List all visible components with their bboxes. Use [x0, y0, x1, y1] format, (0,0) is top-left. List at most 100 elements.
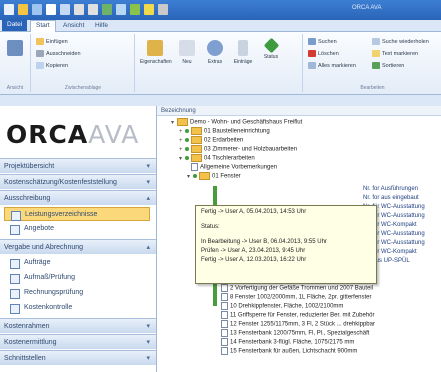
properties-icon	[147, 40, 163, 56]
search-label: Suchen	[318, 39, 337, 45]
select-all-button[interactable]: Alles markieren	[308, 62, 356, 71]
save-icon[interactable]	[32, 4, 42, 15]
tree-row-label: Demo - Wohn- und Geschäftshaus Freiflut	[190, 119, 303, 126]
cut-label: Ausschneiden	[46, 51, 81, 57]
tree-row-position[interactable]: 11 Griffsperre für Fenster, reduzierter …	[221, 311, 375, 320]
ribbon-tabs: Datei Start Ansicht Hilfe	[0, 20, 441, 32]
nav-header-label: Kostenermittlung	[4, 339, 57, 346]
delete-button[interactable]: Löschen	[308, 50, 339, 59]
app-menu-icon[interactable]	[4, 4, 14, 15]
tab-file[interactable]: Datei	[2, 20, 28, 31]
sort-button[interactable]: Sortieren	[372, 62, 404, 71]
order-icon	[10, 259, 20, 269]
group-label-edit: Bearbeiten	[360, 85, 385, 91]
paste-button[interactable]: Einfügen	[36, 38, 68, 47]
tree-row-position[interactable]: 12 Fenster 1255/1175mm, 3 Fl, 2 Stück ..…	[221, 320, 375, 329]
status-icon[interactable]	[130, 4, 140, 15]
mark-text-button[interactable]: Text markieren	[372, 50, 418, 59]
nav-item-service-directories[interactable]: Leistungsverzeichnisse	[4, 207, 150, 221]
chart-icon[interactable]	[102, 4, 112, 15]
tree-column-header[interactable]: Bezeichnung	[157, 106, 441, 116]
nav-header-cost-frame[interactable]: Kostenrahmen ▾	[0, 318, 156, 333]
tree-row-preamble[interactable]: Allgemeine Vorbemerkungen	[191, 163, 277, 172]
document-icon	[221, 302, 228, 310]
nav-item-invoice-check[interactable]: Rechnungsprüfung	[4, 286, 150, 300]
undo-icon[interactable]	[74, 4, 84, 15]
tab-start[interactable]: Start	[30, 20, 56, 32]
collapse-icon[interactable]: ▾	[187, 173, 193, 182]
tree-row-01[interactable]: +01 Baustelleneinrichtung	[179, 127, 270, 136]
mark-text-label: Text markieren	[382, 51, 419, 57]
tab-view[interactable]: Ansicht	[58, 21, 89, 31]
tree-row-02[interactable]: +02 Erdarbeiten	[179, 136, 243, 145]
status-dot-icon	[185, 156, 189, 160]
tree-row-label: 12 Fenster 1255/1175mm, 3 Fl, 2 Stück ..…	[230, 321, 375, 328]
tree-row-position[interactable]: 15 Fensterbank für außen, Lichtschacht 9…	[221, 347, 357, 356]
new-doc-icon	[179, 40, 195, 56]
folder-icon[interactable]	[18, 4, 28, 15]
print-icon[interactable]	[60, 4, 70, 15]
document-icon	[221, 284, 228, 292]
tree-row-03[interactable]: +03 Zimmerer- und Holzbauarbeiten	[179, 145, 297, 154]
search-button[interactable]: Suchen	[308, 38, 337, 47]
search-again-button[interactable]: Suche wiederholen	[372, 38, 429, 47]
nav-header-award-billing[interactable]: Vergabe und Abrechnung ▴	[0, 239, 156, 254]
tree-row-position[interactable]: 2 Vorfertigung der Gefäße Trommen und 20…	[221, 284, 373, 293]
select-all-label: Alles markieren	[318, 63, 356, 69]
nav-header-project-overview[interactable]: Projektübersicht ▾	[0, 158, 156, 173]
smiley-icon[interactable]	[144, 4, 154, 15]
nav-header-label: Schnittstellen	[4, 355, 46, 362]
tree-row-position[interactable]: 14 Fensterbank 3-flügl. Fläche, 1075/217…	[221, 338, 354, 347]
search-again-icon	[372, 38, 380, 46]
tree-row-position[interactable]: 8 Fenster 1002/2000mm, 1L Fläche, 2pr. g…	[221, 293, 372, 302]
tab-help[interactable]: Hilfe	[90, 21, 113, 31]
nav-item-cost-control[interactable]: Kostenkontrolle	[4, 301, 150, 315]
tooltip-line: Status:	[201, 224, 220, 230]
nav-item-label: Leistungsverzeichnisse	[25, 211, 98, 218]
status-button[interactable]: Status	[258, 37, 284, 78]
select-all-icon	[308, 62, 316, 70]
nav-item-measurement[interactable]: Aufmaß/Prüfung	[4, 271, 150, 285]
tree-row-position[interactable]: 13 Fensterbank 1200/75mm, Fl, Pl., Spezi…	[221, 329, 369, 338]
chevron-up-icon: ▴	[146, 244, 150, 251]
view-icon	[7, 40, 23, 56]
tree-row-04[interactable]: ▾ 04 Tischlerarbeiten	[179, 154, 255, 163]
sort-icon	[372, 62, 380, 70]
tree-row-windows[interactable]: ▾ 01 Fenster	[187, 172, 241, 181]
paste-icon	[36, 38, 44, 46]
nav-header-tender[interactable]: Ausschreibung ▴	[0, 190, 156, 205]
offer-icon	[10, 225, 20, 235]
chevron-up-icon: ▴	[146, 195, 150, 202]
copy-button[interactable]: Kopieren	[36, 62, 68, 71]
properties-button[interactable]: Eigenschaften	[140, 38, 172, 78]
copy-label: Kopieren	[46, 63, 69, 69]
extras-button[interactable]: Extras	[202, 38, 228, 78]
tree-row-project[interactable]: ▾ Demo - Wohn- und Geschäftshaus Freiflut	[171, 118, 302, 127]
entries-button[interactable]: Einträge	[230, 38, 256, 78]
gear-icon	[207, 40, 223, 56]
document-icon	[191, 163, 198, 171]
tree-right-text: Nr. for aus eingebaut	[363, 195, 419, 201]
collapse-icon[interactable]: ▾	[179, 155, 185, 164]
tree-row-position[interactable]: 10 Drehkippfenster, Fläche, 1002/2100mm	[221, 302, 343, 311]
search-again-label: Suche wiederholen	[382, 39, 429, 45]
nav-header-label: Kostenschätzung/Kostenfeststellung	[4, 179, 117, 186]
nav-item-offers[interactable]: Angebote	[4, 222, 150, 236]
export-icon[interactable]	[116, 4, 126, 15]
view-button[interactable]	[2, 38, 28, 78]
invoice-icon	[10, 289, 20, 299]
nav-header-interfaces[interactable]: Schnittstellen ▾	[0, 350, 156, 365]
new-icon[interactable]	[46, 4, 56, 15]
folder-icon	[191, 136, 202, 144]
navigation-panel: ORCAAVA Projektübersicht ▾ Kostenschätzun…	[0, 106, 157, 372]
cost-icon	[10, 304, 20, 314]
chevron-down-icon: ▾	[146, 179, 150, 186]
help-icon[interactable]	[158, 4, 168, 15]
nav-header-cost-calculation[interactable]: Kostenermittlung ▾	[0, 334, 156, 349]
redo-icon[interactable]	[88, 4, 98, 15]
cut-button[interactable]: Ausschneiden	[36, 50, 81, 59]
document-icon	[221, 347, 228, 355]
new-button[interactable]: Neu	[174, 38, 200, 78]
nav-header-cost-estimate[interactable]: Kostenschätzung/Kostenfeststellung ▾	[0, 174, 156, 189]
nav-item-orders[interactable]: Aufträge	[4, 256, 150, 270]
